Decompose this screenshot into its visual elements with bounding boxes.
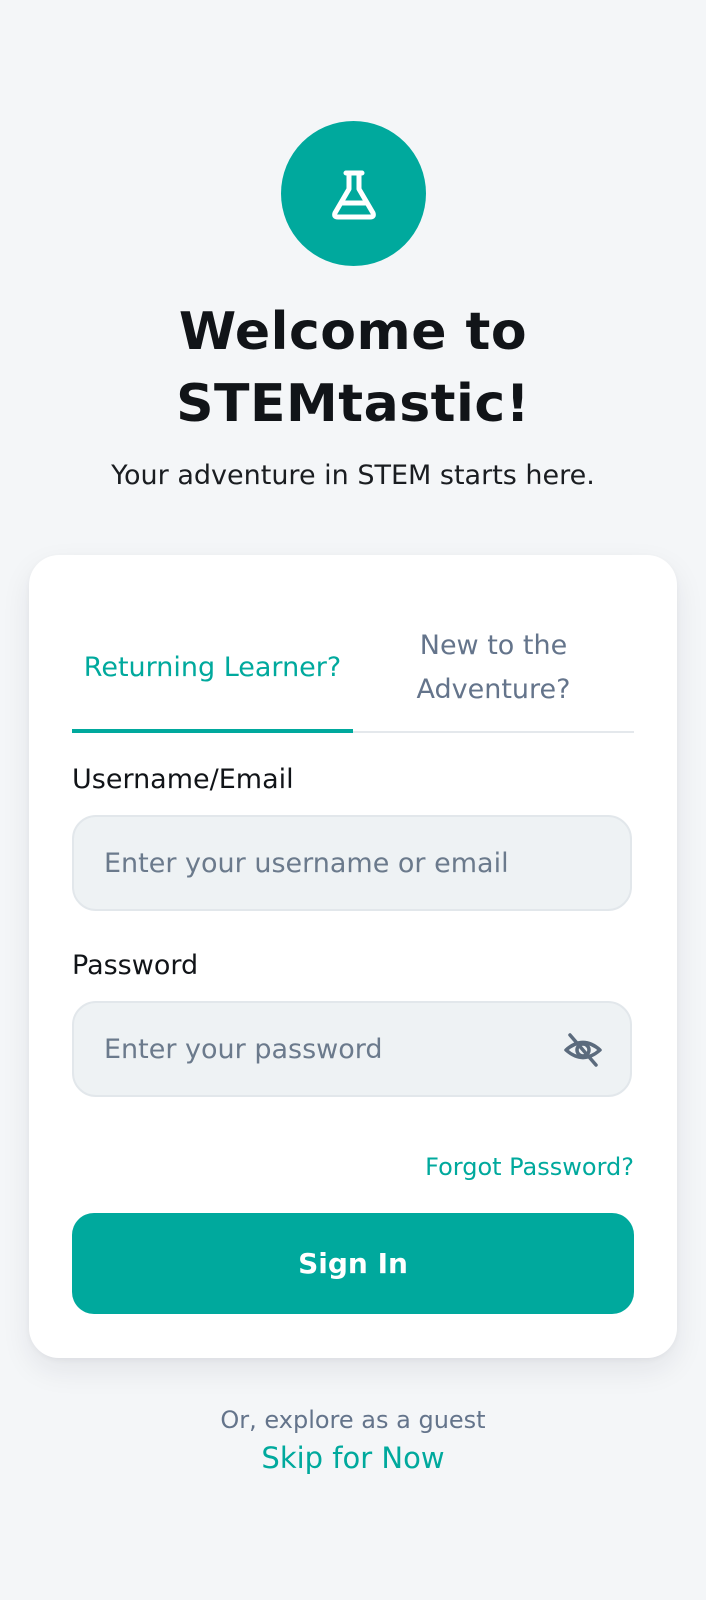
auth-tabs: Returning Learner? New to the Adventure?: [72, 605, 634, 733]
skip-for-now-container: Skip for Now: [0, 1438, 706, 1478]
sign-in-button[interactable]: Sign In: [72, 1213, 634, 1314]
app-logo: [281, 121, 426, 266]
password-input[interactable]: [104, 1033, 544, 1065]
page-title-text: Welcome to STEMtastic!: [176, 302, 530, 434]
username-label: Username/Email: [72, 764, 294, 795]
tab-new-to-adventure[interactable]: New to the Adventure?: [353, 605, 634, 731]
eye-off-icon: [564, 1033, 602, 1067]
tab-returning-learner[interactable]: Returning Learner?: [72, 605, 353, 733]
sign-in-card: Returning Learner? New to the Adventure?…: [29, 555, 677, 1358]
tab-new-to-adventure-label: New to the Adventure?: [416, 630, 571, 705]
password-visibility-toggle[interactable]: [562, 1029, 604, 1071]
page-subtitle: Your adventure in STEM starts here.: [111, 460, 595, 491]
password-field-container: [72, 1001, 632, 1097]
password-label: Password: [72, 950, 199, 981]
flask-icon: [331, 170, 376, 219]
guest-prompt: Or, explore as a guest: [220, 1406, 486, 1434]
username-field-container: [72, 815, 632, 911]
skip-for-now-link[interactable]: Skip for Now: [261, 1441, 444, 1475]
forgot-password-link[interactable]: Forgot Password?: [425, 1149, 634, 1185]
page-title: Welcome to STEMtastic!: [0, 296, 706, 440]
username-input[interactable]: [104, 847, 544, 879]
